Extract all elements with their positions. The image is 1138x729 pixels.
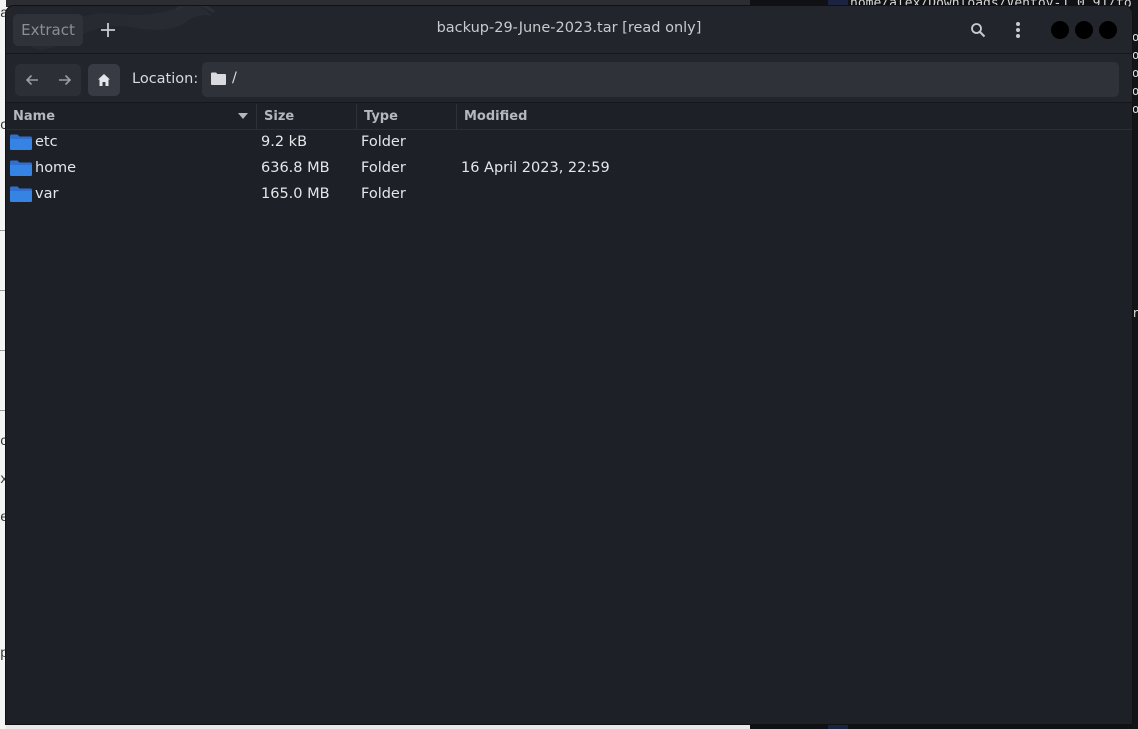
type-cell: Folder <box>361 160 406 176</box>
folder-icon <box>211 72 226 85</box>
location-path: / <box>232 70 237 86</box>
location-path-field[interactable]: / <box>202 62 1119 97</box>
column-header-modified[interactable]: Modified <box>457 104 1132 130</box>
minimize-button[interactable] <box>1051 21 1069 39</box>
size-cell: 165.0 MB <box>261 186 330 202</box>
size-cell: 9.2 kB <box>261 134 308 150</box>
name-cell: var <box>10 181 58 207</box>
main-menu-button[interactable] <box>1002 14 1034 46</box>
background-terminal-edge: ooooor <box>1132 0 1138 729</box>
name-cell: etc <box>10 129 58 155</box>
column-header-row: Name Size Type Modified <box>6 104 1132 130</box>
folder-icon <box>10 160 32 176</box>
home-button[interactable] <box>88 64 120 96</box>
modified-cell: 16 April 2023, 22:59 <box>461 160 610 176</box>
table-row[interactable]: var 165.0 MB Folder <box>6 181 1132 207</box>
background-window-edge <box>6 724 750 729</box>
column-header-size[interactable]: Size <box>257 104 357 130</box>
search-button[interactable] <box>962 14 994 46</box>
folder-icon <box>10 186 32 202</box>
archive-manager-window: Extract backup-29-June-2023.tar [read on… <box>6 6 1132 724</box>
close-button[interactable] <box>1099 21 1117 39</box>
location-toolbar: Location: / <box>6 54 1132 103</box>
search-icon <box>971 23 986 38</box>
back-arrow-icon <box>25 74 38 86</box>
folder-icon <box>10 134 32 150</box>
forward-button[interactable] <box>48 64 81 96</box>
table-row[interactable]: etc 9.2 kB Folder <box>6 129 1132 155</box>
home-icon <box>98 74 110 86</box>
back-button[interactable] <box>15 64 48 96</box>
forward-arrow-icon <box>58 74 71 86</box>
maximize-button[interactable] <box>1075 21 1093 39</box>
sort-descending-icon <box>238 113 248 119</box>
table-row[interactable]: home 636.8 MB Folder 16 April 2023, 22:5… <box>6 155 1132 181</box>
location-label: Location: <box>132 71 199 87</box>
name-cell: home <box>10 155 76 181</box>
type-cell: Folder <box>361 186 406 202</box>
file-list: Name Size Type Modified etc 9.2 kB Folde… <box>6 104 1132 724</box>
column-header-name[interactable]: Name <box>6 104 257 130</box>
type-cell: Folder <box>361 134 406 150</box>
size-cell: 636.8 MB <box>261 160 330 176</box>
kebab-menu-icon <box>1016 22 1020 38</box>
header-bar: Extract backup-29-June-2023.tar [read on… <box>6 6 1132 54</box>
column-header-type[interactable]: Type <box>357 104 457 130</box>
